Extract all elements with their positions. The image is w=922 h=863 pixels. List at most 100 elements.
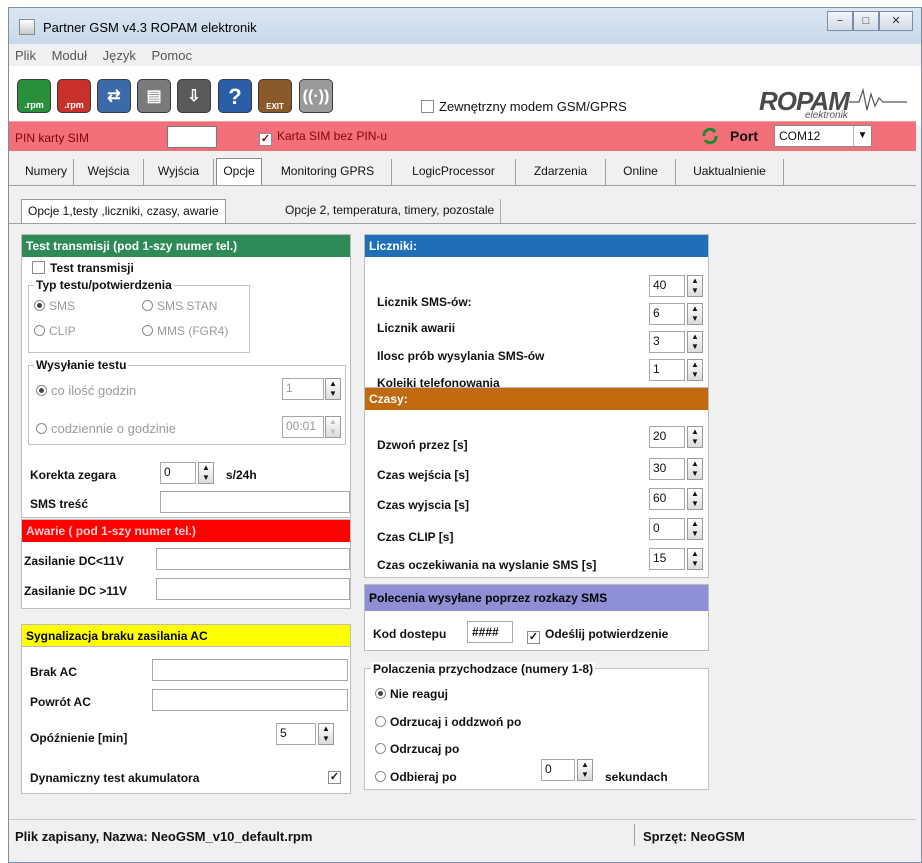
clock-correction-input[interactable]: 0 [160, 462, 196, 484]
radio-sms-stan-label: SMS STAN [157, 299, 218, 313]
menu-pomoc[interactable]: Pomoc [145, 44, 197, 63]
main-tabs: Numery Wejścia Wyjścia Opcje Monitoring … [9, 158, 916, 186]
powrot-ac-input[interactable] [152, 689, 348, 711]
read-module-button[interactable]: ⇄ [97, 79, 131, 113]
tab-wejscia[interactable]: Wejścia [74, 159, 144, 185]
tab-uaktualnienie[interactable]: Uaktualnienie [676, 159, 784, 185]
tab-online[interactable]: Online [606, 159, 676, 185]
ropam-logo: ROPAM elektronik [759, 86, 909, 121]
radio-odrzucaj-oddzwon[interactable]: Odrzucaj i oddzwoń po [375, 715, 521, 729]
tab-logicprocessor[interactable]: LogicProcessor [392, 159, 516, 185]
radio-daily[interactable]: codziennie o godzinie [36, 421, 176, 436]
exit-button[interactable]: EXIT [258, 79, 292, 113]
licznik-awarii-spinner[interactable]: ▲ ▼ [687, 303, 703, 325]
pin-input[interactable] [167, 126, 217, 148]
port-select[interactable]: COM12 ▼ [774, 125, 872, 147]
wejscie-spinner[interactable]: ▲ ▼ [687, 458, 703, 480]
kod-dostepu-input[interactable]: #### [467, 621, 513, 643]
close-button[interactable]: ✕ [879, 11, 913, 31]
dzwon-spinner[interactable]: ▲ ▼ [687, 426, 703, 448]
tab-opcje[interactable]: Opcje [216, 158, 262, 185]
delay-input[interactable]: 5 [276, 723, 316, 745]
wyjscie-label: Czas wyjscia [s] [377, 498, 470, 512]
dc-low-input[interactable] [156, 548, 350, 570]
clip-spinner[interactable]: ▲ ▼ [687, 518, 703, 540]
wyjscie-input[interactable]: 60 [649, 488, 685, 510]
radio-sms-stan[interactable]: SMS STAN [142, 299, 217, 313]
module-button[interactable]: ▤ [137, 79, 171, 113]
licznik-sms-input[interactable]: 40 [649, 275, 685, 297]
pin-label: PIN karty SIM [15, 131, 90, 145]
clip-input[interactable]: 0 [649, 518, 685, 540]
minimize-button[interactable]: − [827, 11, 853, 31]
radio-odrzucaj[interactable]: Odrzucaj po [375, 742, 459, 756]
delay-spinner[interactable]: ▲ ▼ [318, 723, 334, 745]
kolejki-input[interactable]: 1 [649, 359, 685, 381]
subtab-opcje-1[interactable]: Opcje 1,testy ,liczniki, czasy, awarie [21, 199, 226, 223]
menu-jezyk[interactable]: Język [97, 44, 142, 63]
daily-time-spinner[interactable]: ▲ ▼ [325, 416, 341, 438]
proby-sms-spinner[interactable]: ▲ ▼ [687, 331, 703, 353]
toolbar: .rpm .rpm ⇄ ▤ ⇩ ? EXIT ((·)) Zewnętrzny … [9, 66, 921, 126]
dzwon-label: Dzwoń przez [s] [377, 438, 468, 452]
oczekiwanie-spinner[interactable]: ▲ ▼ [687, 548, 703, 570]
oczekiwanie-input[interactable]: 15 [649, 548, 685, 570]
radio-odbieraj[interactable]: Odbieraj po [375, 770, 457, 784]
status-divider [634, 824, 635, 846]
brak-ac-input[interactable] [152, 659, 348, 681]
tab-zdarzenia[interactable]: Zdarzenia [516, 159, 606, 185]
clock-correction-label: Korekta zegara [30, 468, 117, 482]
radio-nie-reaguj[interactable]: Nie reaguj [375, 687, 448, 701]
radio-every-hours[interactable]: co ilość godzin [36, 383, 136, 398]
open-rpm-icon: .rpm [24, 100, 44, 110]
daily-time-input[interactable]: 00:01 [282, 416, 324, 438]
tab-monitoring-gprs[interactable]: Monitoring GPRS [264, 159, 392, 185]
every-hours-input[interactable]: 1 [282, 378, 324, 400]
type-group [28, 285, 250, 353]
battery-test-label: Dynamiczny test akumulatora [30, 771, 200, 785]
tab-wyjscia[interactable]: Wyjścia [144, 159, 214, 185]
licznik-awarii-input[interactable]: 6 [649, 303, 685, 325]
menu-plik[interactable]: Plik [9, 44, 42, 63]
dc-high-input[interactable] [156, 578, 350, 600]
wejscie-input[interactable]: 30 [649, 458, 685, 480]
clock-correction-spinner[interactable]: ▲ ▼ [198, 462, 214, 484]
licznik-sms-spinner[interactable]: ▲ ▼ [687, 275, 703, 297]
tab-numery[interactable]: Numery [19, 159, 74, 185]
wireless-button[interactable]: ((·)) [299, 79, 333, 113]
brak-ac-label: Brak AC [30, 665, 77, 679]
every-hours-spinner[interactable]: ▲ ▼ [325, 378, 341, 400]
proby-sms-input[interactable]: 3 [649, 331, 685, 353]
help-button[interactable]: ? [218, 79, 252, 113]
logo-sub: elektronik [805, 110, 848, 121]
liczniki-panel: Liczniki: Licznik SMS-ów: 40 ▲ ▼ Licznik … [364, 234, 709, 394]
confirm-checkbox[interactable]: ✓ Odeślij potwierdzenie [527, 627, 668, 644]
radio-clip[interactable]: CLIP [34, 324, 76, 338]
odrzucaj-label: Odrzucaj po [390, 742, 460, 756]
wireless-icon: ((·)) [302, 88, 330, 105]
radio-mms[interactable]: MMS (FGR4) [142, 324, 228, 338]
maximize-button[interactable]: □ [853, 11, 879, 31]
refresh-icon[interactable] [701, 127, 719, 145]
ac-header: Sygnalizacja braku zasilania AC [22, 625, 350, 647]
seconds-input[interactable]: 0 [541, 759, 575, 781]
radio-sms[interactable]: SMS [34, 299, 75, 313]
test-transmisji-checkbox[interactable]: Test transmisji [32, 261, 134, 275]
sim-without-pin-checkbox[interactable]: ✓ Karta SIM bez PIN-u [259, 129, 387, 146]
open-rpm-button[interactable]: .rpm [17, 79, 51, 113]
dzwon-input[interactable]: 20 [649, 426, 685, 448]
sms-text-input[interactable] [160, 491, 350, 513]
confirm-label: Odeślij potwierdzenie [545, 627, 669, 641]
menu-modul[interactable]: Moduł [46, 44, 93, 63]
radio-odrzucaj-icon [375, 743, 386, 754]
write-module-button[interactable]: ⇩ [177, 79, 211, 113]
wyjscie-spinner[interactable]: ▲ ▼ [687, 488, 703, 510]
proby-sms-label: Ilosc prób wysylania SMS-ów [377, 349, 545, 363]
subtab-opcje-2[interactable]: Opcje 2, temperatura, timery, pozostale [279, 199, 502, 223]
kolejki-spinner[interactable]: ▲ ▼ [687, 359, 703, 381]
read-module-icon: ⇄ [107, 88, 121, 105]
battery-test-checkbox[interactable]: ✓ [328, 771, 341, 784]
save-rpm-button[interactable]: .rpm [57, 79, 91, 113]
external-modem-checkbox[interactable]: Zewnętrzny modem GSM/GPRS [421, 99, 627, 114]
seconds-spinner[interactable]: ▲ ▼ [577, 759, 593, 781]
